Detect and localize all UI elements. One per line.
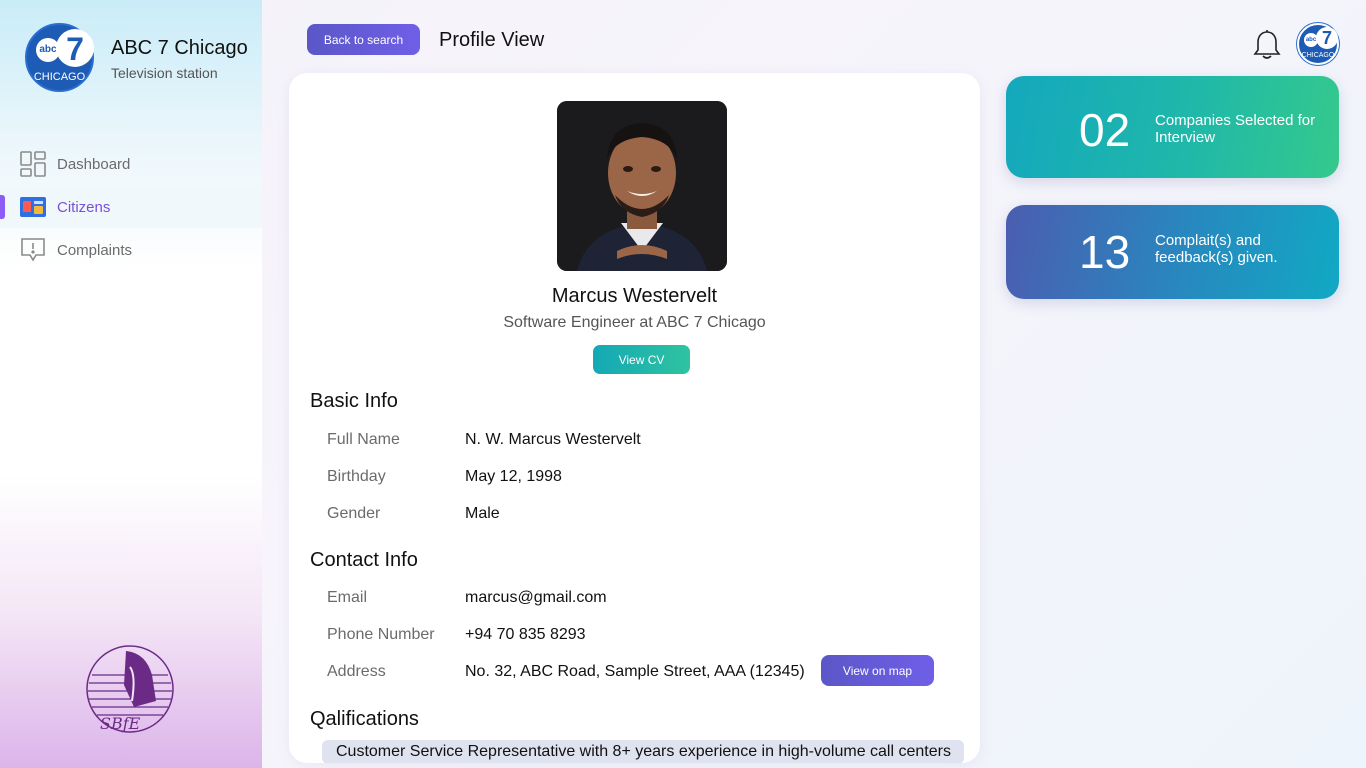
bell-icon[interactable] bbox=[1252, 29, 1282, 61]
brand-subtitle: Television station bbox=[111, 65, 218, 81]
phone-label: Phone Number bbox=[327, 626, 435, 643]
stat-number: 13 bbox=[1079, 226, 1131, 278]
qualifications-title: Qalifications bbox=[310, 708, 419, 730]
gender-label: Gender bbox=[327, 505, 381, 522]
brand-logo-seven: 7 bbox=[56, 29, 94, 67]
sbfe-seal-logo: SBfE bbox=[86, 645, 174, 733]
brand-logo-city: CHICAGO bbox=[33, 71, 86, 83]
brand-name: ABC 7 Chicago bbox=[111, 37, 248, 59]
sidebar-item-label: Citizens bbox=[57, 198, 111, 216]
view-cv-button[interactable]: View CV bbox=[593, 345, 690, 374]
birthday-label: Birthday bbox=[327, 468, 386, 485]
page-title: Profile View bbox=[439, 29, 545, 51]
view-on-map-button[interactable]: View on map bbox=[821, 655, 934, 686]
email-label: Email bbox=[327, 589, 368, 606]
profile-name: Marcus Westervelt bbox=[551, 285, 718, 307]
stat-card-companies: 02 Companies Selected for Interview bbox=[1006, 76, 1339, 178]
sidebar-item-citizens[interactable]: Citizens bbox=[0, 186, 262, 228]
full-name-label: Full Name bbox=[327, 431, 400, 448]
address-label: Address bbox=[327, 663, 386, 680]
user-avatar[interactable]: abc 7 CHICAGO bbox=[1297, 23, 1339, 65]
back-to-search-button[interactable]: Back to search bbox=[307, 24, 420, 55]
brand-logo: abc 7 CHICAGO bbox=[25, 23, 94, 92]
sidebar-item-dashboard[interactable]: Dashboard bbox=[0, 143, 262, 185]
gender-value: Male bbox=[465, 505, 500, 522]
birthday-value: May 12, 1998 bbox=[465, 468, 562, 485]
profile-card: Marcus Westervelt Software Engineer at A… bbox=[289, 73, 980, 763]
basic-info-title: Basic Info bbox=[310, 390, 398, 412]
profile-role: Software Engineer at ABC 7 Chicago bbox=[503, 314, 766, 331]
qualification-item: Customer Service Representative with 8+ … bbox=[322, 740, 964, 763]
email-value: marcus@gmail.com bbox=[465, 589, 607, 606]
address-value: No. 32, ABC Road, Sample Street, AAA (12… bbox=[465, 663, 805, 680]
phone-value: +94 70 835 8293 bbox=[465, 626, 586, 643]
profile-photo bbox=[557, 101, 727, 271]
stat-text: Complait(s) and feedback(s) given. bbox=[1155, 232, 1278, 266]
complaint-bubble-icon bbox=[21, 238, 45, 262]
sidebar-item-label: Complaints bbox=[57, 241, 133, 259]
contact-info-title: Contact Info bbox=[310, 549, 418, 571]
dashboard-grid-icon bbox=[20, 151, 46, 177]
avatar-logo-seven: 7 bbox=[1316, 27, 1338, 49]
sidebar-item-label: Dashboard bbox=[57, 155, 131, 173]
sidebar: abc 7 CHICAGO ABC 7 Chicago Television s… bbox=[0, 0, 262, 768]
full-name-value: N. W. Marcus Westervelt bbox=[465, 431, 641, 448]
avatar-logo-city: CHICAGO bbox=[1301, 52, 1335, 59]
citizens-id-icon bbox=[20, 197, 46, 217]
stat-card-complaints: 13 Complait(s) and feedback(s) given. bbox=[1006, 205, 1339, 299]
stat-number: 02 bbox=[1079, 104, 1131, 156]
svg-text:SBfE: SBfE bbox=[100, 714, 141, 733]
sidebar-item-complaints[interactable]: Complaints bbox=[0, 229, 262, 271]
stat-text: Companies Selected for Interview bbox=[1155, 112, 1316, 146]
